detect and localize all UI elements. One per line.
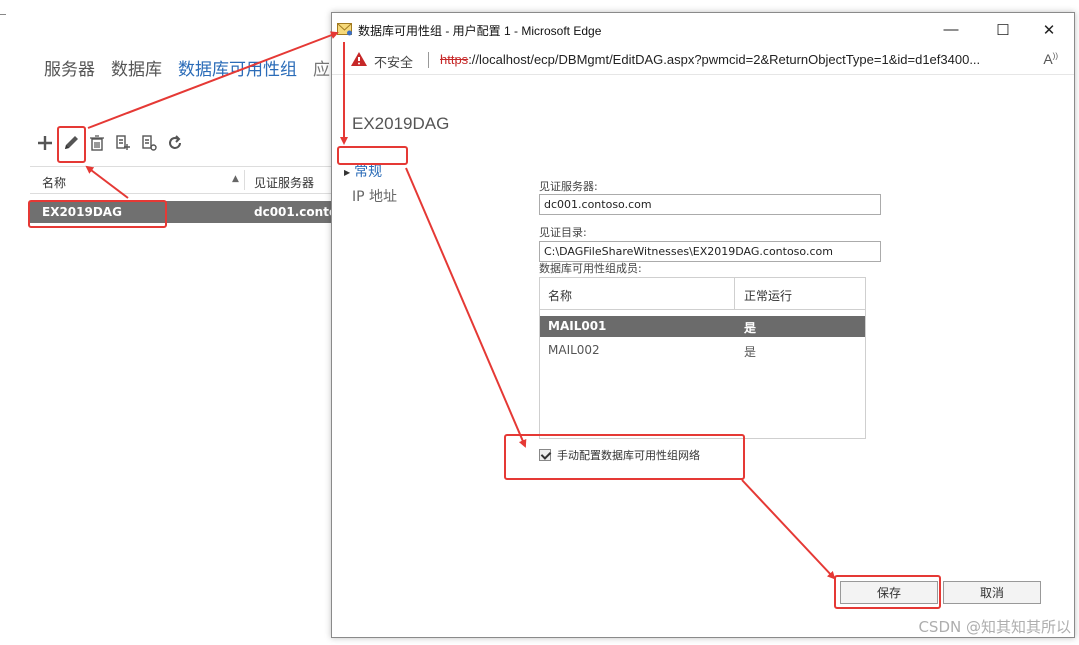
arrow-general-to-checkbox: [405, 167, 527, 448]
annotation-arrows: [85, 31, 836, 580]
watermark: CSDN @知其知其所以: [918, 618, 1071, 636]
arrow-checkbox-to-save: [741, 479, 836, 580]
arrow-row-to-edit: [85, 165, 129, 199]
arrow-edit-to-window: [87, 31, 339, 129]
